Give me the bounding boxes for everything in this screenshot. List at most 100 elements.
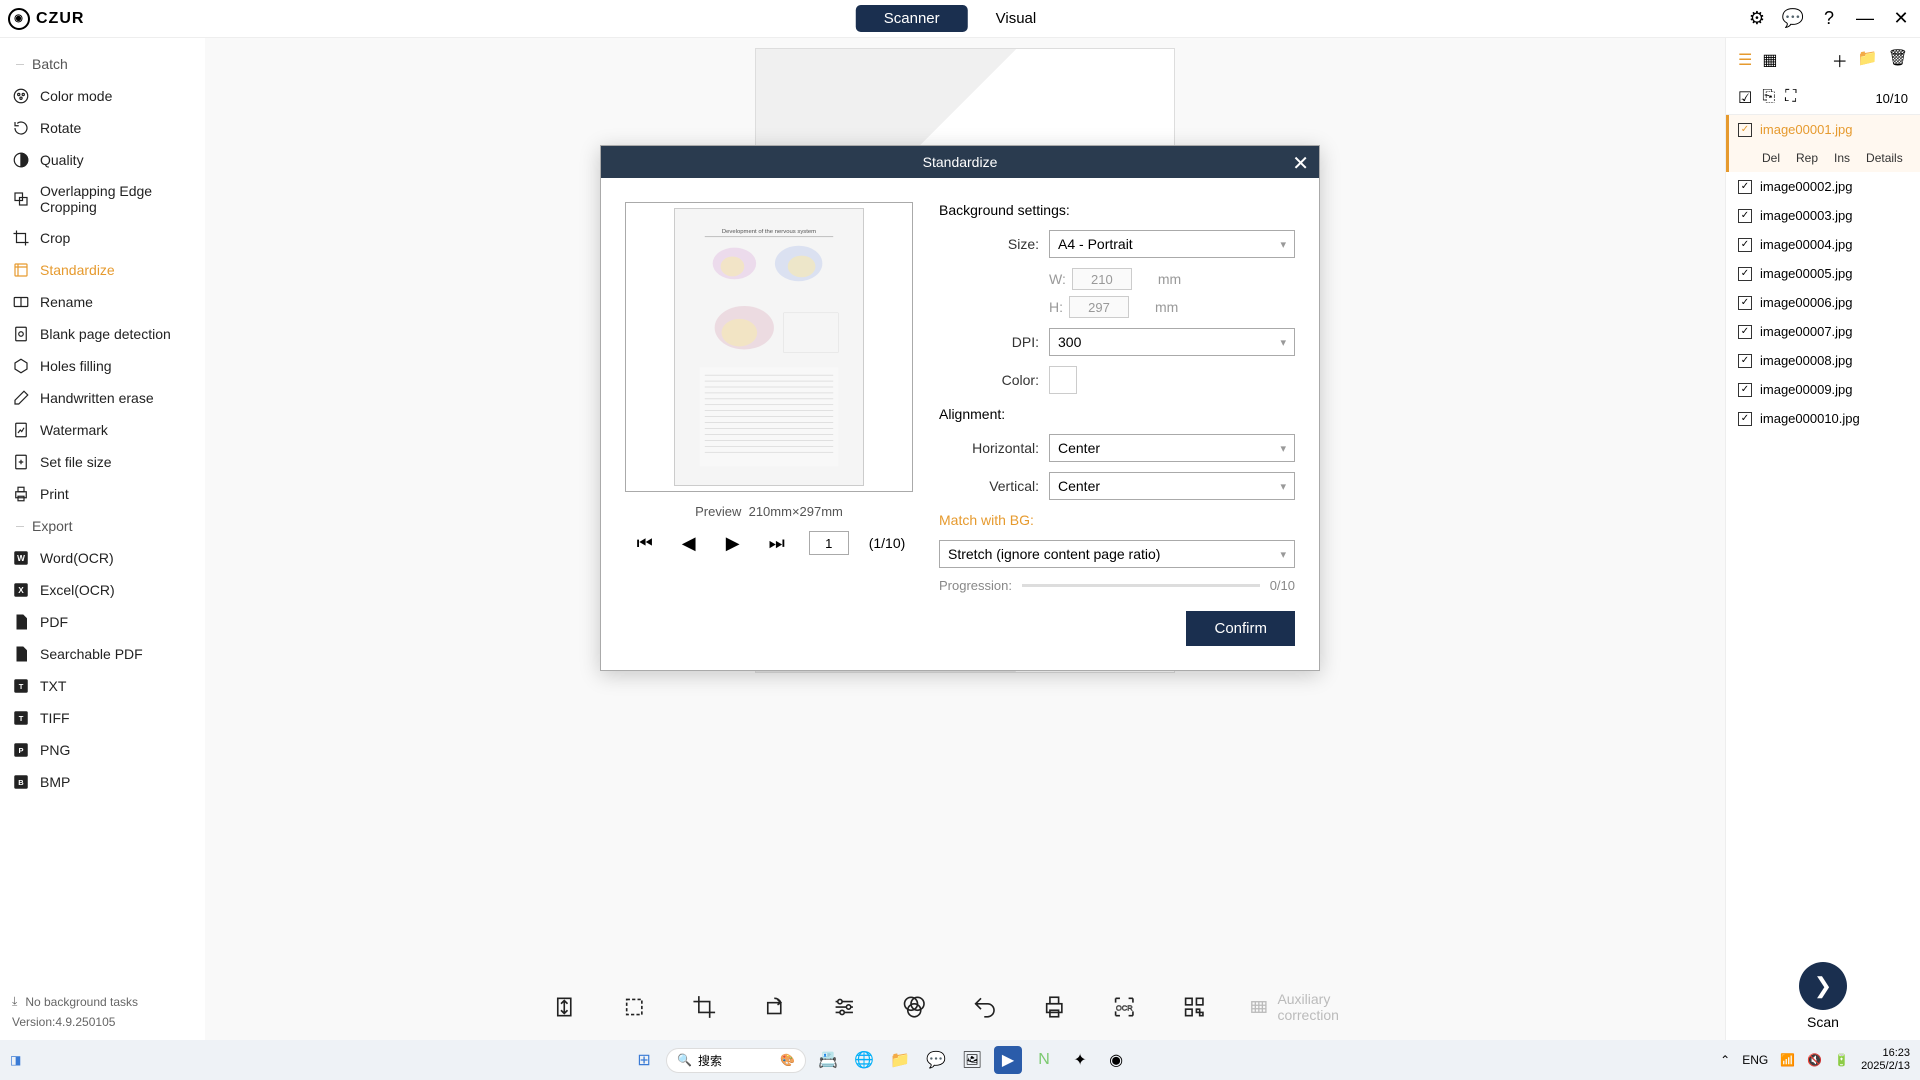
checkbox-icon[interactable] (1738, 354, 1752, 368)
sidebar-item-filesize[interactable]: Set file size (0, 446, 205, 478)
sidebar-item-rename[interactable]: Rename (0, 286, 205, 318)
scan-button[interactable]: ❯ (1799, 962, 1847, 1010)
task-photos-icon[interactable]: 🖼 (958, 1046, 986, 1074)
checkbox-icon[interactable] (1738, 383, 1752, 397)
task-czur-icon[interactable]: ◉ (1102, 1046, 1130, 1074)
tool-fitheight[interactable] (548, 989, 580, 1025)
tool-print[interactable] (1038, 989, 1070, 1025)
sidebar-item-crop[interactable]: Crop (0, 222, 205, 254)
size-select[interactable]: A4 - Portrait (1049, 230, 1295, 258)
modal-close-button[interactable]: ✕ (1292, 151, 1309, 176)
sidebar-export-word[interactable]: WWord(OCR) (0, 542, 205, 574)
nav-last-button[interactable]: ⏭ (765, 533, 789, 554)
task-app-icon[interactable]: 📇 (814, 1046, 842, 1074)
grid-view-icon[interactable]: ▦ (1762, 50, 1777, 70)
file-item[interactable]: image00003.jpg (1726, 201, 1920, 230)
checkbox-icon[interactable] (1738, 238, 1752, 252)
file-item[interactable]: image000010.jpg (1726, 404, 1920, 433)
sidebar-item-blank-detect[interactable]: Blank page detection (0, 318, 205, 350)
help-icon[interactable]: ? (1818, 8, 1840, 30)
file-item[interactable]: image00007.jpg (1726, 317, 1920, 346)
match-bg-select[interactable]: Stretch (ignore content page ratio) (939, 540, 1295, 568)
tool-ocr[interactable]: OCR (1108, 989, 1140, 1025)
file-item[interactable]: image00008.jpg (1726, 346, 1920, 375)
width-input[interactable] (1072, 268, 1132, 290)
sidebar-export-searchpdf[interactable]: Searchable PDF (0, 638, 205, 670)
tool-undo[interactable] (968, 989, 1000, 1025)
page-input[interactable] (809, 531, 849, 555)
tool-color[interactable] (898, 989, 930, 1025)
widgets-icon[interactable]: ◨ (10, 1053, 21, 1067)
file-action-details[interactable]: Details (1866, 151, 1903, 165)
tab-visual[interactable]: Visual (968, 5, 1065, 32)
checkbox-icon[interactable] (1738, 412, 1752, 426)
tool-qr[interactable] (1178, 989, 1210, 1025)
task-app3-icon[interactable]: ✦ (1066, 1046, 1094, 1074)
checkbox-icon[interactable] (1738, 325, 1752, 339)
nav-next-button[interactable]: ▶ (721, 533, 745, 554)
tray-volume-icon[interactable]: 🔇 (1807, 1053, 1822, 1067)
height-input[interactable] (1069, 296, 1129, 318)
sidebar-item-watermark[interactable]: Watermark (0, 414, 205, 446)
file-action-rep[interactable]: Rep (1796, 151, 1818, 165)
sidebar-export-txt[interactable]: TTXT (0, 670, 205, 702)
file-item[interactable]: image00006.jpg (1726, 288, 1920, 317)
color-swatch[interactable] (1049, 366, 1077, 394)
start-icon[interactable]: ⊞ (630, 1046, 658, 1074)
feedback-icon[interactable]: 💬 (1782, 8, 1804, 30)
file-item[interactable]: image00002.jpg (1726, 172, 1920, 201)
nav-prev-button[interactable]: ◀ (677, 533, 701, 554)
sidebar-export-excel[interactable]: XExcel(OCR) (0, 574, 205, 606)
task-explorer-icon[interactable]: 📁 (886, 1046, 914, 1074)
tray-chevron-icon[interactable]: ⌃ (1720, 1053, 1730, 1067)
checkbox-icon[interactable] (1738, 267, 1752, 281)
confirm-button[interactable]: Confirm (1186, 611, 1295, 646)
sidebar-export-pdf[interactable]: PDF (0, 606, 205, 638)
vertical-select[interactable]: Center (1049, 472, 1295, 500)
list-view-icon[interactable]: ☰ (1738, 50, 1752, 70)
tray-clock[interactable]: 16:23 2025/2/13 (1861, 1047, 1910, 1073)
dpi-select[interactable]: 300 (1049, 328, 1295, 356)
task-chat-icon[interactable]: 💬 (922, 1046, 950, 1074)
tab-scanner[interactable]: Scanner (856, 5, 968, 32)
delete-icon[interactable]: 🗑 (1888, 48, 1908, 72)
sidebar-export-bmp[interactable]: BBMP (0, 766, 205, 798)
settings-icon[interactable]: ⚙ (1746, 8, 1768, 30)
tool-crop[interactable] (688, 989, 720, 1025)
sidebar-item-quality[interactable]: Quality (0, 144, 205, 176)
checkbox-icon[interactable] (1738, 209, 1752, 223)
tool-select[interactable] (618, 989, 650, 1025)
add-icon[interactable]: ＋ (1832, 48, 1848, 72)
tool-adjust[interactable] (828, 989, 860, 1025)
taskbar-search[interactable]: 🔍 搜索🎨 (666, 1048, 806, 1073)
marquee-icon[interactable]: ⛶ (1785, 88, 1796, 108)
sidebar-item-color-mode[interactable]: Color mode (0, 80, 205, 112)
batch-icon[interactable]: ⎘ (1762, 88, 1775, 108)
file-item[interactable]: image00005.jpg (1726, 259, 1920, 288)
file-item[interactable]: image00004.jpg (1726, 230, 1920, 259)
file-action-del[interactable]: Del (1762, 151, 1780, 165)
file-action-ins[interactable]: Ins (1834, 151, 1850, 165)
tray-battery-icon[interactable]: 🔋 (1834, 1053, 1849, 1067)
sidebar-item-overlap-crop[interactable]: Overlapping Edge Cropping (0, 176, 205, 222)
close-icon[interactable]: ✕ (1890, 8, 1912, 30)
sidebar-export-png[interactable]: PPNG (0, 734, 205, 766)
file-item[interactable]: image00001.jpg Del Rep Ins Details (1726, 115, 1920, 172)
checkbox-icon[interactable] (1738, 180, 1752, 194)
checkbox-icon[interactable] (1738, 123, 1752, 137)
sidebar-item-print[interactable]: Print (0, 478, 205, 510)
sidebar-export-tiff[interactable]: TTIFF (0, 702, 205, 734)
taskbar[interactable]: ◨ ⊞ 🔍 搜索🎨 📇 🌐 📁 💬 🖼 ▶ N ✦ ◉ ⌃ ENG 📶 🔇 🔋 … (0, 1040, 1920, 1080)
sidebar-item-standardize[interactable]: Standardize (0, 254, 205, 286)
folder-icon[interactable]: 📁 (1858, 48, 1878, 72)
sidebar-item-handwritten[interactable]: Handwritten erase (0, 382, 205, 414)
sidebar-item-holes[interactable]: Holes filling (0, 350, 205, 382)
task-app2-icon[interactable]: N (1030, 1046, 1058, 1074)
tool-rotate[interactable] (758, 989, 790, 1025)
task-terminal-icon[interactable]: ▶ (994, 1046, 1022, 1074)
file-item[interactable]: image00009.jpg (1726, 375, 1920, 404)
sidebar-item-rotate[interactable]: Rotate (0, 112, 205, 144)
tray-lang[interactable]: ENG (1742, 1053, 1768, 1067)
horizontal-select[interactable]: Center (1049, 434, 1295, 462)
nav-first-button[interactable]: ⏮ (633, 533, 657, 554)
